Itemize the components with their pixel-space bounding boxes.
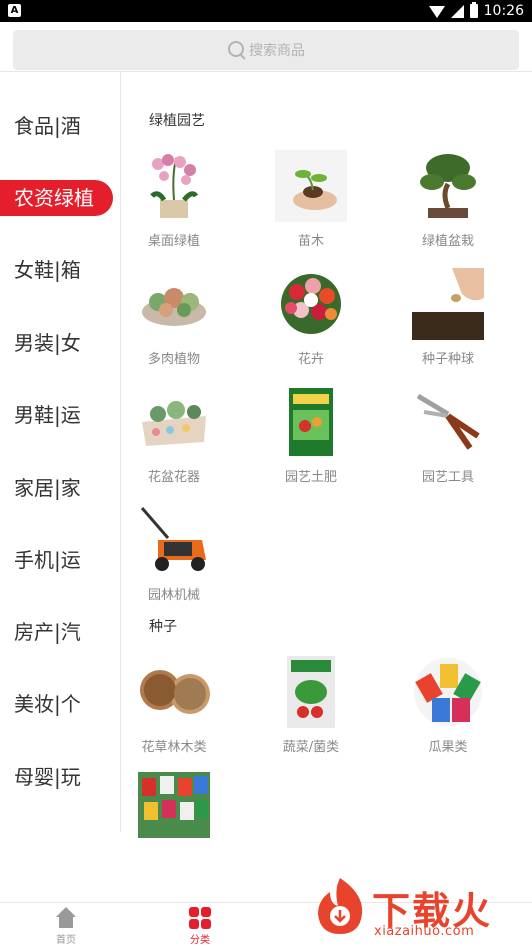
succulent-image [138, 268, 210, 340]
tab-home-label: 首页 [56, 935, 76, 946]
seed-bowls-image [138, 656, 210, 728]
category-sidebar: 食品|酒 农资绿植 女鞋|箱 男装|女 男鞋|运 家居|家 手机|运 房产|汽 … [0, 72, 121, 832]
planter-image [138, 386, 210, 458]
section-title-seeds: 种子 [149, 619, 177, 635]
item-label: 桌面绿植 [147, 234, 200, 249]
item-label: 瓜果类 [428, 740, 468, 755]
item-label: 园艺土肥 [284, 470, 337, 485]
item-label: 绿植盆栽 [421, 234, 474, 249]
watermark-url: xiazaihuo.com [374, 924, 475, 939]
grid-item-succulents[interactable]: 多肉植物 [124, 268, 224, 367]
watermark-logo: 下载火 xiazaihuo.com [312, 876, 526, 942]
seed-assortment-image [138, 772, 210, 838]
tab-category-label: 分类 [190, 935, 210, 946]
grid-item-soil-fertilizer[interactable]: 园艺土肥 [261, 386, 361, 485]
sidebar-item-men-clothing[interactable]: 男装|女 [0, 325, 120, 361]
sidebar-item-food[interactable]: 食品|酒 [0, 108, 120, 144]
flame-icon [318, 878, 363, 934]
search-bar: 搜索商品 [0, 22, 532, 72]
grid-item-vegetable-seeds[interactable]: 蔬菜/菌类 [261, 656, 361, 755]
orchid-image [138, 150, 210, 222]
bonsai-image [412, 150, 484, 222]
wifi-icon [428, 6, 445, 18]
status-icons: 10:26 [428, 0, 524, 22]
status-time: 10:26 [483, 3, 524, 19]
item-label: 园林机械 [147, 588, 200, 603]
item-label: 苗木 [297, 234, 324, 249]
item-label: 蔬菜/菌类 [282, 740, 340, 755]
grid-item-bonsai[interactable]: 绿植盆栽 [398, 150, 498, 249]
item-label: 种子种球 [421, 352, 474, 367]
grid-item-desk-plants[interactable]: 桌面绿植 [124, 150, 224, 249]
battery-icon [469, 2, 478, 18]
category-content: 绿植园艺 桌面绿植 苗木 绿植盆栽 多肉植物 花卉 种子种球 花盆花器 园艺土肥… [122, 72, 532, 902]
sidebar-item-baby[interactable]: 母婴|玩 [0, 759, 120, 795]
seed-packet-image [275, 656, 347, 728]
grid-item-seed-assortment[interactable] [124, 772, 224, 846]
category-icon [189, 907, 211, 929]
grid-item-flowers[interactable]: 花卉 [261, 268, 361, 367]
sidebar-item-men-shoes[interactable]: 男鞋|运 [0, 397, 120, 433]
tab-category[interactable]: 分类 [170, 907, 230, 946]
bouquet-image [275, 268, 347, 340]
item-label: 花卉 [297, 352, 324, 367]
sidebar-item-agri-plants[interactable]: 农资绿植 [0, 180, 113, 216]
seed-packets-fan-image [412, 656, 484, 728]
item-label: 多肉植物 [147, 352, 200, 367]
item-label: 花草林木类 [141, 740, 207, 755]
grid-item-seedlings[interactable]: 苗木 [261, 150, 361, 249]
item-label: 园艺工具 [421, 470, 474, 485]
status-bar: A 10:26 [0, 0, 532, 22]
seed-in-hand-image [412, 268, 484, 340]
search-placeholder: 搜索商品 [249, 43, 305, 59]
item-label: 花盆花器 [147, 470, 200, 485]
signal-icon [450, 4, 464, 18]
lawn-mower-image [138, 504, 210, 576]
sidebar-item-phones[interactable]: 手机|运 [0, 542, 120, 578]
notification-icon: A [8, 4, 21, 17]
tab-home[interactable]: 首页 [36, 907, 96, 946]
section-title-gardening: 绿植园艺 [149, 113, 205, 129]
sidebar-item-beauty[interactable]: 美妆|个 [0, 686, 120, 722]
sidebar-item-home[interactable]: 家居|家 [0, 470, 120, 506]
grid-item-pots[interactable]: 花盆花器 [124, 386, 224, 485]
search-input[interactable]: 搜索商品 [13, 30, 519, 70]
grid-item-flower-tree-seeds[interactable]: 花草林木类 [124, 656, 224, 755]
grid-item-seeds-bulbs[interactable]: 种子种球 [398, 268, 498, 367]
sidebar-item-women-shoes[interactable]: 女鞋|箱 [0, 252, 120, 288]
search-icon [227, 40, 247, 60]
home-icon [55, 907, 77, 929]
grid-item-fruit-seeds[interactable]: 瓜果类 [398, 656, 498, 755]
shears-image [412, 386, 484, 458]
grid-item-garden-tools[interactable]: 园艺工具 [398, 386, 498, 485]
sidebar-item-property[interactable]: 房产|汽 [0, 614, 120, 650]
fertilizer-bag-image [275, 386, 347, 458]
seedling-image [275, 150, 347, 222]
grid-item-garden-machinery[interactable]: 园林机械 [124, 504, 224, 603]
